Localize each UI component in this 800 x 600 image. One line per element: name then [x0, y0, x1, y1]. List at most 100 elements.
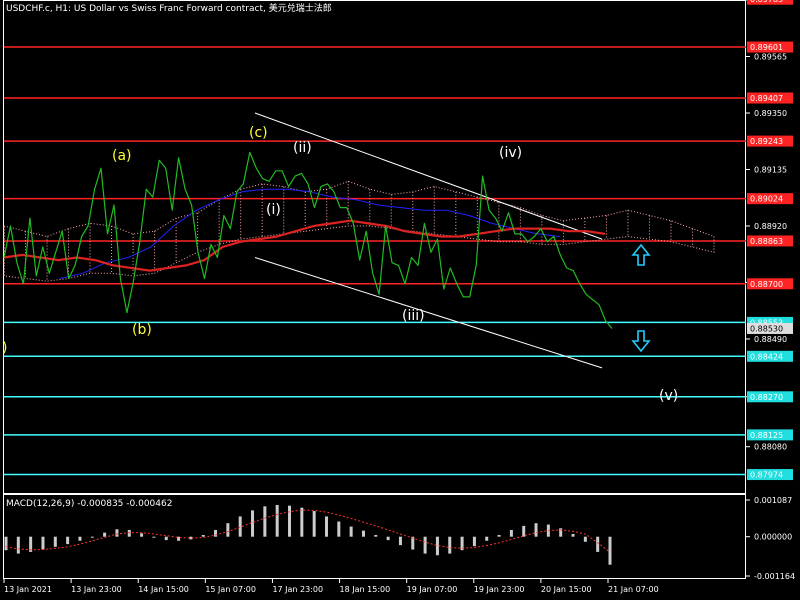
macd-indicator	[4, 504, 612, 565]
macd-histogram-bar	[448, 536, 452, 554]
time-axis[interactable]: 13 Jan 2021 13 Jan 23:00 14 Jan 15:00 15 Ja…	[3, 579, 659, 594]
wave-label: (a)	[112, 148, 132, 164]
price-tag-label: 0.88424	[750, 352, 783, 361]
macd-label: MACD(12,26,9) -0.000835 -0.000462	[6, 499, 172, 509]
down-arrow-icon	[631, 330, 651, 353]
macd-histogram-bar	[152, 536, 156, 538]
price-tick-label: 0.89350	[754, 109, 787, 118]
time-tick-label: 13 Jan 23:00	[71, 585, 122, 594]
macd-tick-label: 0.000000	[754, 533, 792, 542]
macd-histogram-bar	[53, 536, 57, 547]
wave-label: (iv)	[499, 145, 522, 161]
price-tag-label: 0.88125	[750, 431, 783, 440]
macd-histogram-bar	[275, 504, 279, 537]
cloud-band	[3, 180, 715, 282]
macd-histogram-bar	[571, 533, 575, 537]
time-tick-label: 19 Jan 07:00	[407, 585, 458, 594]
time-tick-label: 14 Jan 15:00	[138, 585, 189, 594]
time-tick-label: 19 Jan 23:00	[474, 585, 525, 594]
moving-average-line	[3, 219, 606, 272]
macd-histogram-bar	[423, 536, 427, 554]
price-tick-label: 0.89565	[754, 52, 787, 61]
macd-histogram-bar	[497, 535, 501, 537]
price-tag-label: 0.87974	[750, 471, 783, 480]
macd-histogram-bar	[398, 536, 402, 546]
macd-histogram-bar	[522, 525, 526, 537]
macd-histogram-bar	[324, 516, 328, 537]
price-tag-label: 0.89783	[750, 0, 783, 4]
price-tick-label: 0.88080	[754, 443, 787, 452]
macd-histogram-bar	[312, 511, 316, 537]
wave-label: (c)	[249, 125, 268, 141]
macd-histogram-bar	[4, 536, 8, 551]
macd-histogram-bar	[349, 526, 353, 537]
macd-histogram-bar	[238, 516, 242, 537]
price-tag-label: 0.89407	[750, 94, 783, 103]
macd-histogram-bar	[374, 535, 378, 537]
macd-histogram-bar	[583, 536, 587, 542]
macd-histogram-bar	[509, 529, 513, 537]
macd-histogram-bar	[41, 536, 45, 550]
wave-label: )	[2, 340, 7, 356]
macd-histogram-bar	[411, 536, 415, 550]
time-tick-label: 20 Jan 15:00	[541, 585, 592, 594]
wave-label: (i)	[266, 202, 281, 218]
macd-histogram-bar	[78, 536, 82, 541]
price-tick-label: 0.88490	[754, 335, 787, 344]
time-tick-label: 18 Jan 15:00	[340, 585, 391, 594]
macd-histogram-bar	[386, 536, 390, 541]
channel-lower-line	[254, 257, 603, 369]
price-tag-label: 0.89024	[750, 195, 783, 204]
price-tag-label: 0.89243	[750, 137, 783, 146]
macd-histogram-bar	[300, 507, 304, 537]
time-tick-label: 21 Jan 07:00	[608, 585, 659, 594]
macd-histogram-bar	[251, 510, 255, 537]
macd-histogram-bar	[485, 536, 489, 541]
macd-histogram-bar	[472, 536, 476, 547]
macd-histogram-bar	[288, 505, 292, 537]
macd-histogram-bar	[214, 529, 218, 537]
wave-label: (iii)	[402, 308, 425, 324]
macd-histogram-bar	[361, 530, 365, 537]
macd-histogram-bar	[103, 532, 107, 537]
macd-signal-line	[5, 509, 611, 553]
macd-histogram-bar	[226, 523, 230, 537]
wave-label: (b)	[132, 322, 152, 338]
price-tag-label: 0.88270	[750, 393, 783, 402]
macd-axis: 0.001087 0.000000 -0.001164	[746, 496, 795, 581]
price-tag-label: 0.89601	[750, 43, 783, 52]
macd-histogram-bar	[90, 536, 94, 538]
price-chart[interactable]: 0.897800.895650.893500.891350.889200.887…	[0, 0, 800, 600]
macd-histogram-bar	[596, 536, 600, 552]
channel-upper-line	[254, 112, 603, 240]
price-tag-label: 0.88700	[750, 280, 783, 289]
time-tick-label: 17 Jan 23:00	[272, 585, 323, 594]
wave-label: (ii)	[293, 140, 312, 156]
ichimoku-cloud	[3, 180, 715, 282]
price-tags: 0.89783 0.89601 0.89407 0.89243 0.89024 0.888…	[747, 0, 793, 481]
wave-labels: (a) (b) (c) (i) (ii) (iii) (iv) (v))	[2, 125, 678, 404]
price-tag-label: 0.88863	[750, 237, 783, 246]
time-tick-label: 15 Jan 07:00	[205, 585, 256, 594]
macd-histogram-bar	[608, 536, 612, 565]
wave-label: (v)	[659, 388, 678, 404]
macd-histogram-bar	[16, 536, 20, 554]
macd-tick-label: 0.001087	[754, 496, 792, 505]
macd-histogram-bar	[337, 521, 341, 537]
time-tick-label: 13 Jan 2021	[4, 585, 52, 594]
up-arrow-icon	[631, 243, 651, 266]
macd-histogram-bar	[140, 533, 144, 537]
macd-histogram-bar	[263, 506, 267, 537]
main-panel-frame	[3, 0, 746, 494]
price-tick-label: 0.88920	[754, 222, 787, 231]
chart-title: USDCHF.c, H1: US Dollar vs Swiss Franc F…	[6, 2, 332, 14]
macd-histogram-bar	[115, 529, 119, 537]
macd-histogram-bar	[127, 529, 131, 537]
price-tick-label: 0.89135	[754, 165, 787, 174]
macd-histogram-bar	[534, 523, 538, 537]
macd-tick-label: -0.001164	[754, 572, 795, 581]
macd-histogram-bar	[201, 535, 205, 537]
price-axis[interactable]: 0.897800.895650.893500.891350.889200.887…	[746, 0, 787, 452]
macd-histogram-bar	[164, 536, 168, 541]
price-tag-label: 0.88530	[750, 324, 783, 333]
